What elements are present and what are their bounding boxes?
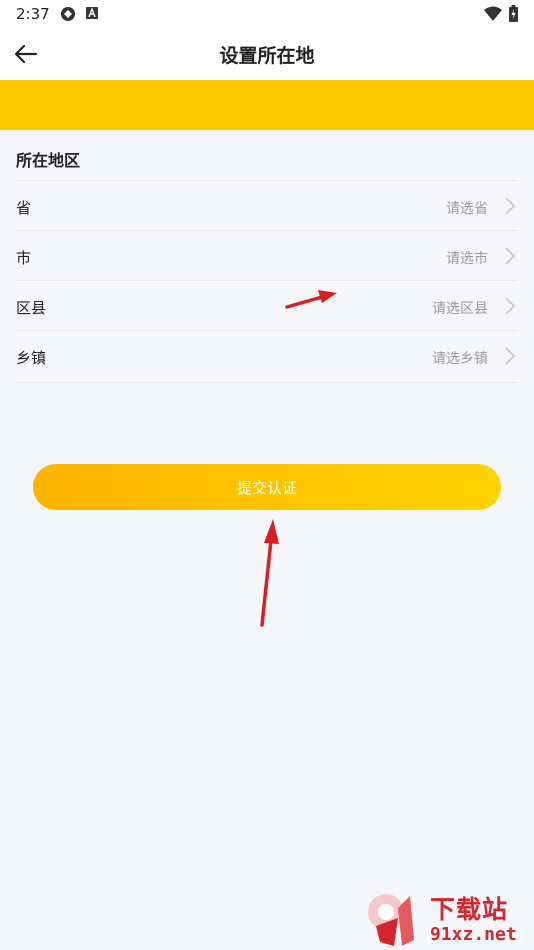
arrow-to-submit-icon: [260, 519, 279, 627]
sync-icon: [61, 7, 75, 21]
province-row[interactable]: 省 请选省: [16, 180, 518, 231]
chevron-right-icon: [505, 297, 516, 315]
district-row[interactable]: 区县 请选区县: [16, 280, 518, 331]
wifi-icon: [484, 6, 502, 21]
list-divider: [16, 382, 518, 383]
battery-charging-icon: [509, 5, 518, 22]
status-bar: 2:37: [0, 0, 534, 28]
town-placeholder: 请选乡镇: [432, 351, 488, 367]
chevron-right-icon: [505, 347, 516, 365]
watermark-title: 下载站: [430, 895, 509, 924]
chevron-right-icon: [505, 197, 516, 215]
app-bar: 设置所在地: [0, 28, 534, 80]
region-card: 所在地区 省 请选省 市 请选市 区县 请选区县 乡镇 请选乡镇: [0, 130, 534, 390]
city-placeholder: 请选市: [446, 251, 488, 267]
status-time: 2:37: [16, 5, 50, 23]
district-placeholder: 请选区县: [432, 301, 488, 317]
province-label: 省: [16, 199, 32, 217]
watermark: 下载站 91xz.net: [360, 888, 534, 950]
city-row[interactable]: 市 请选市: [16, 230, 518, 281]
province-placeholder: 请选省: [446, 201, 488, 217]
chevron-right-icon: [505, 247, 516, 265]
page-title: 设置所在地: [219, 45, 315, 67]
town-label: 乡镇: [16, 349, 47, 367]
header-banner: [0, 80, 534, 130]
city-label: 市: [16, 249, 32, 267]
town-row[interactable]: 乡镇 请选乡镇: [16, 330, 518, 381]
accessibility-a-icon: [86, 7, 98, 19]
watermark-logo-icon: [368, 894, 414, 946]
district-label: 区县: [16, 299, 47, 317]
submit-button[interactable]: 提交认证: [33, 464, 501, 510]
section-title: 所在地区: [16, 151, 81, 170]
watermark-url: 91xz.net: [430, 924, 517, 945]
